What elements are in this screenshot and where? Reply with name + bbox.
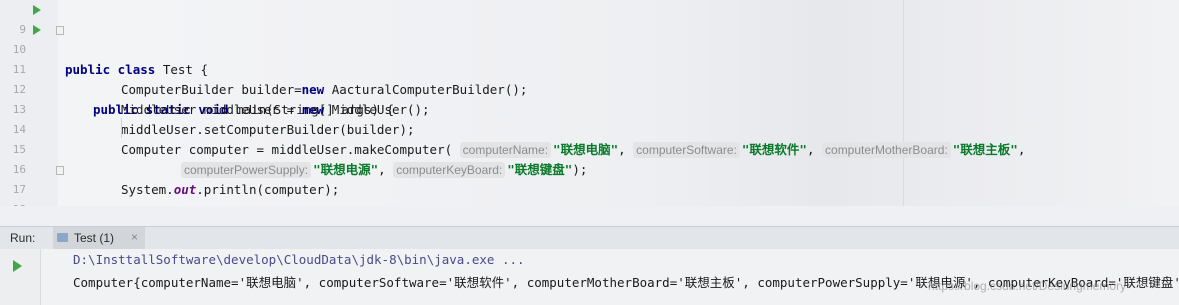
console-command-line: D:\InsttallSoftware\develop\CloudData\jd…	[73, 252, 525, 267]
run-main-icon[interactable]	[33, 25, 41, 35]
code-line-10[interactable]: 10 public static void main(String[] args…	[0, 20, 1179, 117]
code-line-9[interactable]: 9 public class Test {	[0, 0, 1179, 77]
code-line-14[interactable]: 14 Computer computer = middleUser.makeCo…	[0, 100, 1179, 158]
code-line-11[interactable]: 11 ComputerBuilder builder=new AacturalC…	[0, 40, 1179, 97]
close-icon[interactable]: ×	[131, 230, 138, 244]
watermark: https://blog.csdn.net/Desiringmemory	[928, 279, 1127, 293]
line-number: 18	[6, 200, 26, 206]
code-line-18[interactable]: 18 }	[0, 180, 1179, 206]
code-line-15[interactable]: 15 computerPowerSupply: "联想电源", computerK…	[0, 120, 1179, 178]
run-config-icon	[57, 233, 68, 242]
run-label: Run:	[10, 231, 36, 245]
run-tool-window-bar: Run: Test (1) ×	[0, 226, 1179, 249]
console-output[interactable]: D:\InsttallSoftware\develop\CloudData\jd…	[0, 249, 1179, 305]
code-line-12[interactable]: 12 MiddleUser middleUser = new MiddleUse…	[0, 60, 1179, 117]
run-class-icon[interactable]	[33, 5, 41, 15]
run-tab-test[interactable]: Test (1) ×	[53, 227, 145, 249]
fold-icon[interactable]	[56, 166, 64, 175]
rerun-icon[interactable]	[13, 260, 22, 272]
console-toolbar	[0, 249, 41, 305]
fold-icon[interactable]	[56, 26, 64, 35]
tab-label: Test (1)	[74, 231, 115, 245]
code-editor[interactable]: 9 public class Test { 10 public static v…	[0, 0, 1179, 206]
code-line-16[interactable]: 16 System.out.println(computer);	[0, 140, 1179, 197]
code-line-17[interactable]: 17 }	[0, 160, 1179, 196]
code-line-13[interactable]: 13 middleUser.setComputerBuilder(builder…	[0, 80, 1179, 137]
